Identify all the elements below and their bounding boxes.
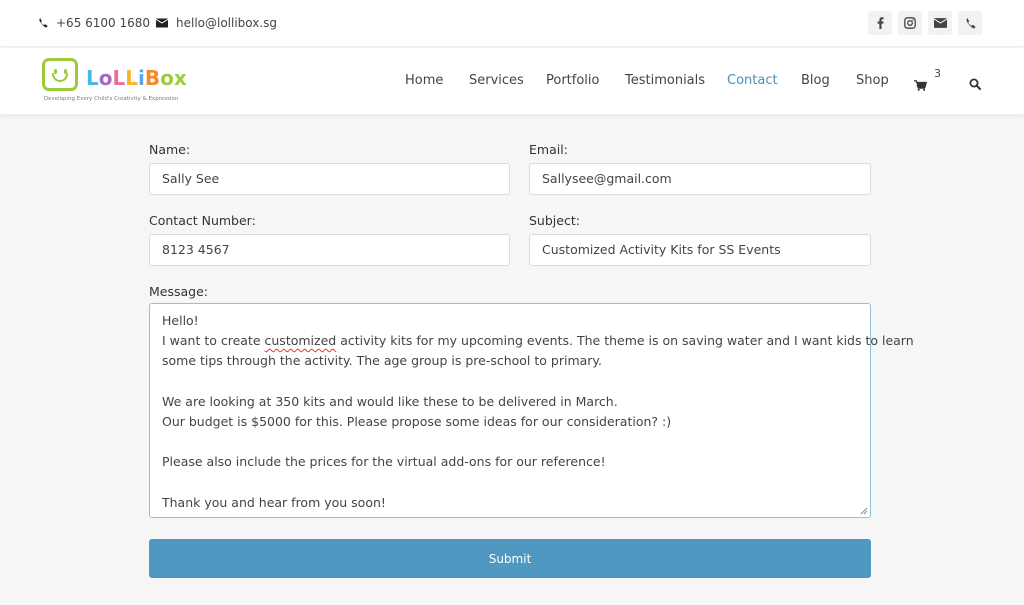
- name-label: Name:: [149, 142, 191, 157]
- instagram-button[interactable]: [898, 11, 922, 35]
- message-line: We are looking at 350 kits and would lik…: [162, 393, 618, 409]
- subject-field[interactable]: Customized Activity Kits for SS Events: [529, 234, 871, 266]
- nav-item-testimonials[interactable]: Testimonials: [625, 73, 705, 88]
- nav-item-services[interactable]: Services: [469, 73, 524, 88]
- message-line: Hello!: [162, 313, 199, 328]
- subject-label: Subject:: [529, 213, 580, 228]
- message-line: [162, 473, 858, 493]
- phone-number: +65 6100 1680: [56, 16, 151, 30]
- phone-icon: [966, 17, 975, 28]
- email-button[interactable]: [928, 11, 952, 35]
- search-icon: [969, 78, 981, 90]
- top-bar: +65 6100 1680 hello@lollibox.sg: [0, 0, 1024, 47]
- message-label: Message:: [149, 284, 208, 299]
- email-address: hello@lollibox.sg: [176, 16, 278, 30]
- envelope-icon: [933, 18, 947, 28]
- cart-icon: [914, 80, 928, 91]
- email-field[interactable]: Sallysee@gmail.com: [529, 163, 871, 195]
- contact-number-label: Contact Number:: [149, 213, 256, 228]
- misspelled-word[interactable]: customized: [265, 333, 337, 348]
- message-textarea[interactable]: Hello! I want to create customized activi…: [149, 303, 914, 518]
- message-line: I want to create customized activity kit…: [162, 333, 914, 349]
- envelope-icon: [156, 18, 168, 28]
- nav-item-home[interactable]: Home: [405, 73, 443, 88]
- cart-count-badge: 3: [934, 67, 941, 80]
- email-contact[interactable]: hello@lollibox.sg: [156, 16, 277, 30]
- instagram-icon: [904, 17, 916, 29]
- phone-contact[interactable]: +65 6100 1680: [38, 16, 150, 30]
- phone-icon: [39, 18, 48, 28]
- facebook-button[interactable]: [868, 11, 892, 35]
- phone-button[interactable]: [958, 11, 982, 35]
- message-line: [162, 432, 858, 452]
- message-line: Please also include the prices for the v…: [162, 454, 606, 470]
- message-line: some tips through the activity. The age …: [162, 353, 603, 369]
- name-field[interactable]: Sally See: [149, 163, 510, 195]
- nav-item-contact[interactable]: Contact: [727, 73, 778, 88]
- facebook-icon: [877, 17, 884, 29]
- resize-handle-icon[interactable]: [860, 507, 868, 515]
- submit-button[interactable]: Submit: [149, 539, 871, 578]
- message-line: Our budget is $5000 for this. Please pro…: [162, 413, 672, 429]
- message-line: [162, 372, 858, 392]
- nav-item-portfolio[interactable]: Portfolio: [546, 73, 599, 88]
- social-links: [868, 11, 982, 35]
- search-button[interactable]: [969, 75, 981, 94]
- email-label: Email:: [529, 142, 568, 157]
- site-header: LoLLiBox Developing Every Child's Creati…: [0, 48, 1024, 114]
- contact-number-field[interactable]: 8123 4567: [149, 234, 510, 266]
- message-line: Thank you and hear from you soon!: [162, 494, 386, 510]
- main-nav: Home Services Portfolio Testimonials Con…: [0, 48, 1024, 114]
- cart-button[interactable]: [914, 76, 928, 95]
- nav-item-shop[interactable]: Shop: [856, 73, 889, 88]
- nav-item-blog[interactable]: Blog: [801, 73, 830, 88]
